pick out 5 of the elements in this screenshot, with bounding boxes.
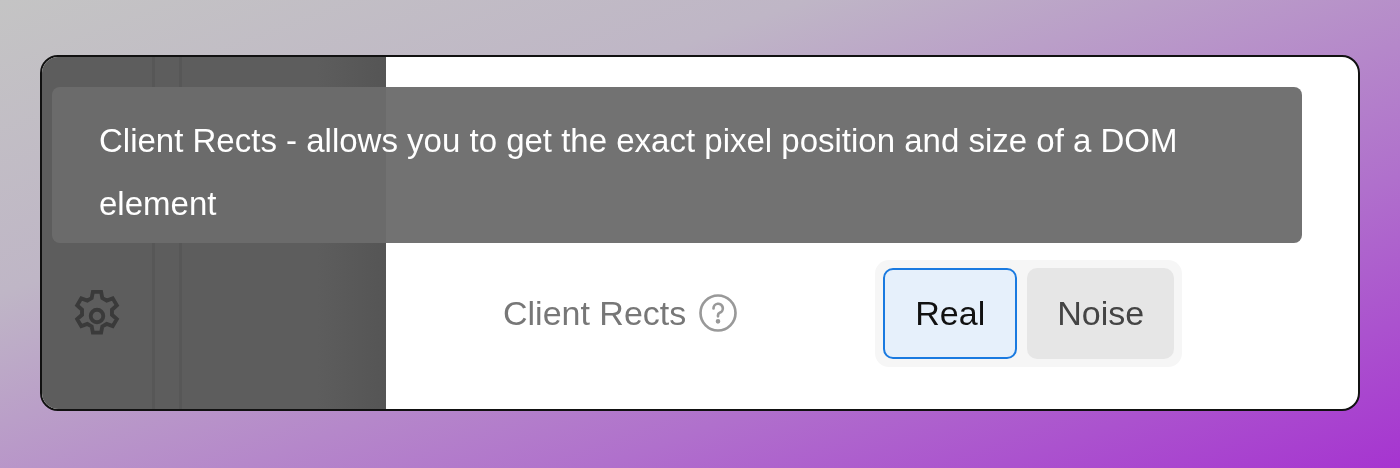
help-icon[interactable]	[698, 293, 739, 333]
setting-label: Client Rects	[503, 293, 687, 333]
option-button[interactable]: Noise	[1027, 267, 1175, 359]
tooltip: Client Rects - allows you to get the exact pixel position and size of a DOM element	[52, 87, 1302, 243]
option-button[interactable]: Real	[883, 267, 1018, 359]
